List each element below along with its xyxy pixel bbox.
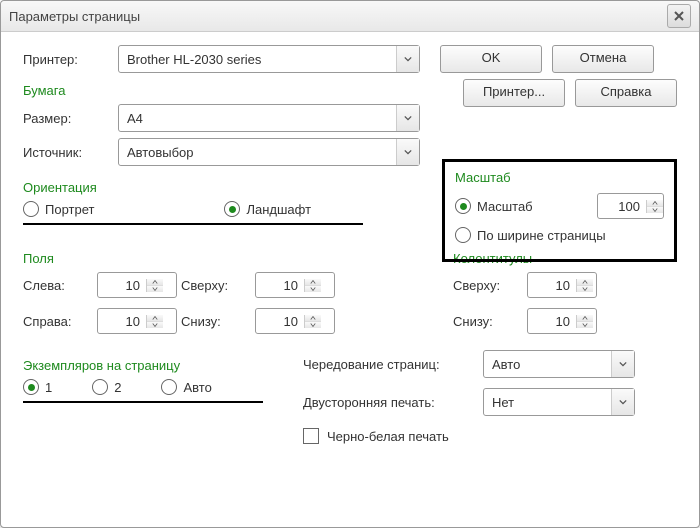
hf-top-label: Сверху:: [453, 278, 523, 293]
spin-down-icon[interactable]: [147, 322, 163, 328]
radio-fit-width[interactable]: По ширине страницы: [455, 227, 606, 243]
radio-portrait[interactable]: Портрет: [23, 201, 94, 217]
alternation-select[interactable]: Авто: [483, 350, 635, 378]
paper-size-select[interactable]: A4: [118, 104, 420, 132]
size-label: Размер:: [23, 111, 118, 126]
margin-bottom-label: Снизу:: [181, 314, 251, 329]
hf-bottom-label: Снизу:: [453, 314, 523, 329]
spin-up-icon[interactable]: [577, 279, 593, 286]
radio-icon: [23, 201, 39, 217]
dropdown-arrow-icon: [396, 139, 419, 165]
margin-right-label: Справа:: [23, 314, 93, 329]
spin-up-icon[interactable]: [305, 315, 321, 322]
radio-icon: [455, 227, 471, 243]
margin-left-label: Слева:: [23, 278, 93, 293]
dropdown-arrow-icon: [611, 351, 634, 377]
radio-icon: [92, 379, 108, 395]
margin-top-label: Сверху:: [181, 278, 251, 293]
spin-up-icon[interactable]: [147, 315, 163, 322]
radio-copies-2[interactable]: 2: [92, 379, 121, 395]
spin-down-icon[interactable]: [577, 286, 593, 292]
printer-settings-button[interactable]: Принтер...: [463, 79, 565, 107]
close-icon: [674, 11, 684, 21]
dropdown-arrow-icon: [396, 46, 419, 72]
printer-select[interactable]: Brother HL-2030 series: [118, 45, 420, 73]
margin-left-spin[interactable]: 10: [97, 272, 177, 298]
close-button[interactable]: [667, 4, 691, 28]
spin-down-icon[interactable]: [305, 286, 321, 292]
spin-up-icon[interactable]: [647, 200, 663, 207]
dialog-title: Параметры страницы: [9, 9, 667, 24]
printer-label: Принтер:: [23, 52, 118, 67]
source-label: Источник:: [23, 145, 118, 160]
page-setup-dialog: Параметры страницы Принтер: Brother HL-2…: [0, 0, 700, 528]
radio-scale[interactable]: Масштаб: [455, 198, 533, 214]
titlebar: Параметры страницы: [1, 1, 699, 32]
margin-right-spin[interactable]: 10: [97, 308, 177, 334]
radio-icon: [23, 379, 39, 395]
spin-down-icon[interactable]: [147, 286, 163, 292]
radio-icon: [161, 379, 177, 395]
duplex-label: Двусторонняя печать:: [303, 395, 483, 410]
spin-down-icon[interactable]: [577, 322, 593, 328]
help-button[interactable]: Справка: [575, 79, 677, 107]
paper-source-value: Автовыбор: [119, 145, 396, 160]
margin-bottom-spin[interactable]: 10: [255, 308, 335, 334]
radio-icon: [224, 201, 240, 217]
scale-spin[interactable]: 100: [597, 193, 664, 219]
spin-down-icon[interactable]: [647, 207, 663, 213]
printer-value: Brother HL-2030 series: [119, 52, 396, 67]
radio-copies-1[interactable]: 1: [23, 379, 52, 395]
dropdown-arrow-icon: [611, 389, 634, 415]
alternation-label: Чередование страниц:: [303, 357, 483, 372]
dropdown-arrow-icon: [396, 105, 419, 131]
bw-checkbox[interactable]: Черно-белая печать: [303, 428, 449, 444]
duplex-select[interactable]: Нет: [483, 388, 635, 416]
spin-up-icon[interactable]: [147, 279, 163, 286]
hf-top-spin[interactable]: 10: [527, 272, 597, 298]
cancel-button[interactable]: Отмена: [552, 45, 654, 73]
radio-copies-auto[interactable]: Авто: [161, 379, 211, 395]
radio-icon: [455, 198, 471, 214]
spin-up-icon[interactable]: [577, 315, 593, 322]
spin-up-icon[interactable]: [305, 279, 321, 286]
checkbox-icon: [303, 428, 319, 444]
group-scale-frame: Масштаб Масштаб 100 По ширине стра: [442, 159, 677, 262]
radio-landscape[interactable]: Ландшафт: [224, 201, 311, 217]
group-copies: Экземпляров на страницу: [23, 358, 303, 373]
group-margins: Поля: [23, 251, 443, 266]
group-scale: Масштаб: [455, 170, 664, 185]
ok-button[interactable]: OK: [440, 45, 542, 73]
hf-bottom-spin[interactable]: 10: [527, 308, 597, 334]
spin-down-icon[interactable]: [305, 322, 321, 328]
margin-top-spin[interactable]: 10: [255, 272, 335, 298]
paper-source-select[interactable]: Автовыбор: [118, 138, 420, 166]
paper-size-value: A4: [119, 111, 396, 126]
